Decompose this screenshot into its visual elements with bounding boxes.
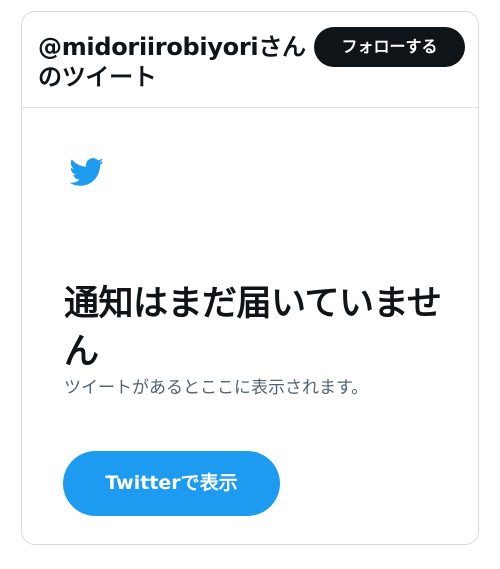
embedded-timeline-card: @midoriirobiyoriさんのツイート フォローする 通知はまだ届いてい… (21, 11, 479, 545)
twitter-bird-icon (69, 158, 104, 186)
follow-button[interactable]: フォローする (314, 27, 465, 67)
empty-state-title: 通知はまだ届いていません (64, 284, 442, 372)
empty-state-subtitle: ツイートがあるとここに表示されます。 (64, 378, 369, 398)
timeline-header: @midoriirobiyoriさんのツイート フォローする (22, 12, 478, 108)
view-on-twitter-button[interactable]: Twitterで表示 (63, 451, 280, 516)
timeline-title[interactable]: @midoriirobiyoriさんのツイート (38, 32, 318, 92)
empty-state: 通知はまだ届いていません ツイートがあるとここに表示されます。 Twitterで… (22, 108, 478, 544)
